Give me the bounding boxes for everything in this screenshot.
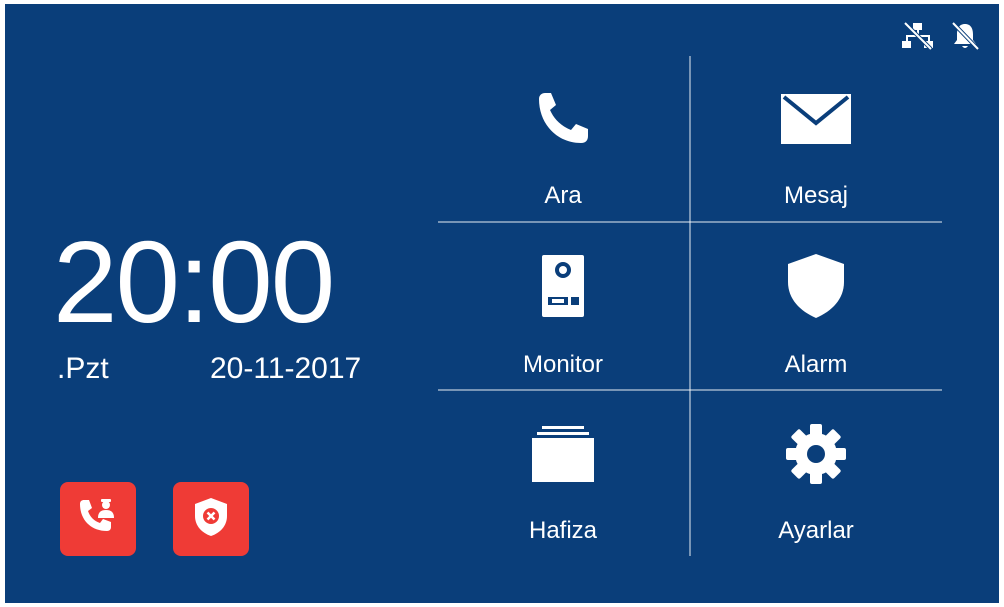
menu-item-label: Alarm [784, 351, 848, 378]
menu-item-alarm[interactable]: Alarm [691, 223, 941, 388]
call-guard-icon [76, 496, 120, 543]
door-station-icon [540, 253, 586, 324]
alarm-off-shield-icon [192, 496, 230, 543]
menu-item-monitor[interactable]: Monitor [438, 223, 688, 388]
menu-item-label: Ara [544, 182, 582, 209]
date-display: 20-11-2017 [210, 352, 362, 385]
gear-icon [784, 422, 848, 491]
home-screen: 20:00 .Pzt 20-11-2017 Ara Mesaj Monitor … [5, 4, 999, 603]
phone-icon [533, 89, 593, 154]
menu-item-label: Mesaj [783, 182, 849, 209]
call-guard-button[interactable] [60, 482, 136, 556]
menu-item-hafiza[interactable]: Hafiza [438, 391, 688, 556]
day-of-week: .Pzt [57, 352, 109, 385]
folder-stack-icon [530, 424, 596, 489]
menu-item-mesaj[interactable]: Mesaj [691, 56, 941, 221]
bell-muted-icon [949, 20, 981, 52]
status-bar [901, 20, 981, 52]
menu-item-ara[interactable]: Ara [438, 56, 688, 221]
envelope-icon [780, 93, 852, 150]
menu-item-label: Hafiza [528, 517, 598, 544]
network-disconnected-icon [901, 21, 935, 51]
clock-time: 20:00 [53, 217, 335, 347]
menu-item-label: Ayarlar [778, 517, 854, 544]
main-menu-grid: Ara Mesaj Monitor Alarm Hafiza Ayarlar [438, 56, 942, 556]
disarm-alarm-button[interactable] [173, 482, 249, 556]
shield-icon [785, 252, 847, 325]
menu-item-label: Monitor [522, 351, 604, 378]
menu-item-ayarlar[interactable]: Ayarlar [691, 391, 941, 556]
